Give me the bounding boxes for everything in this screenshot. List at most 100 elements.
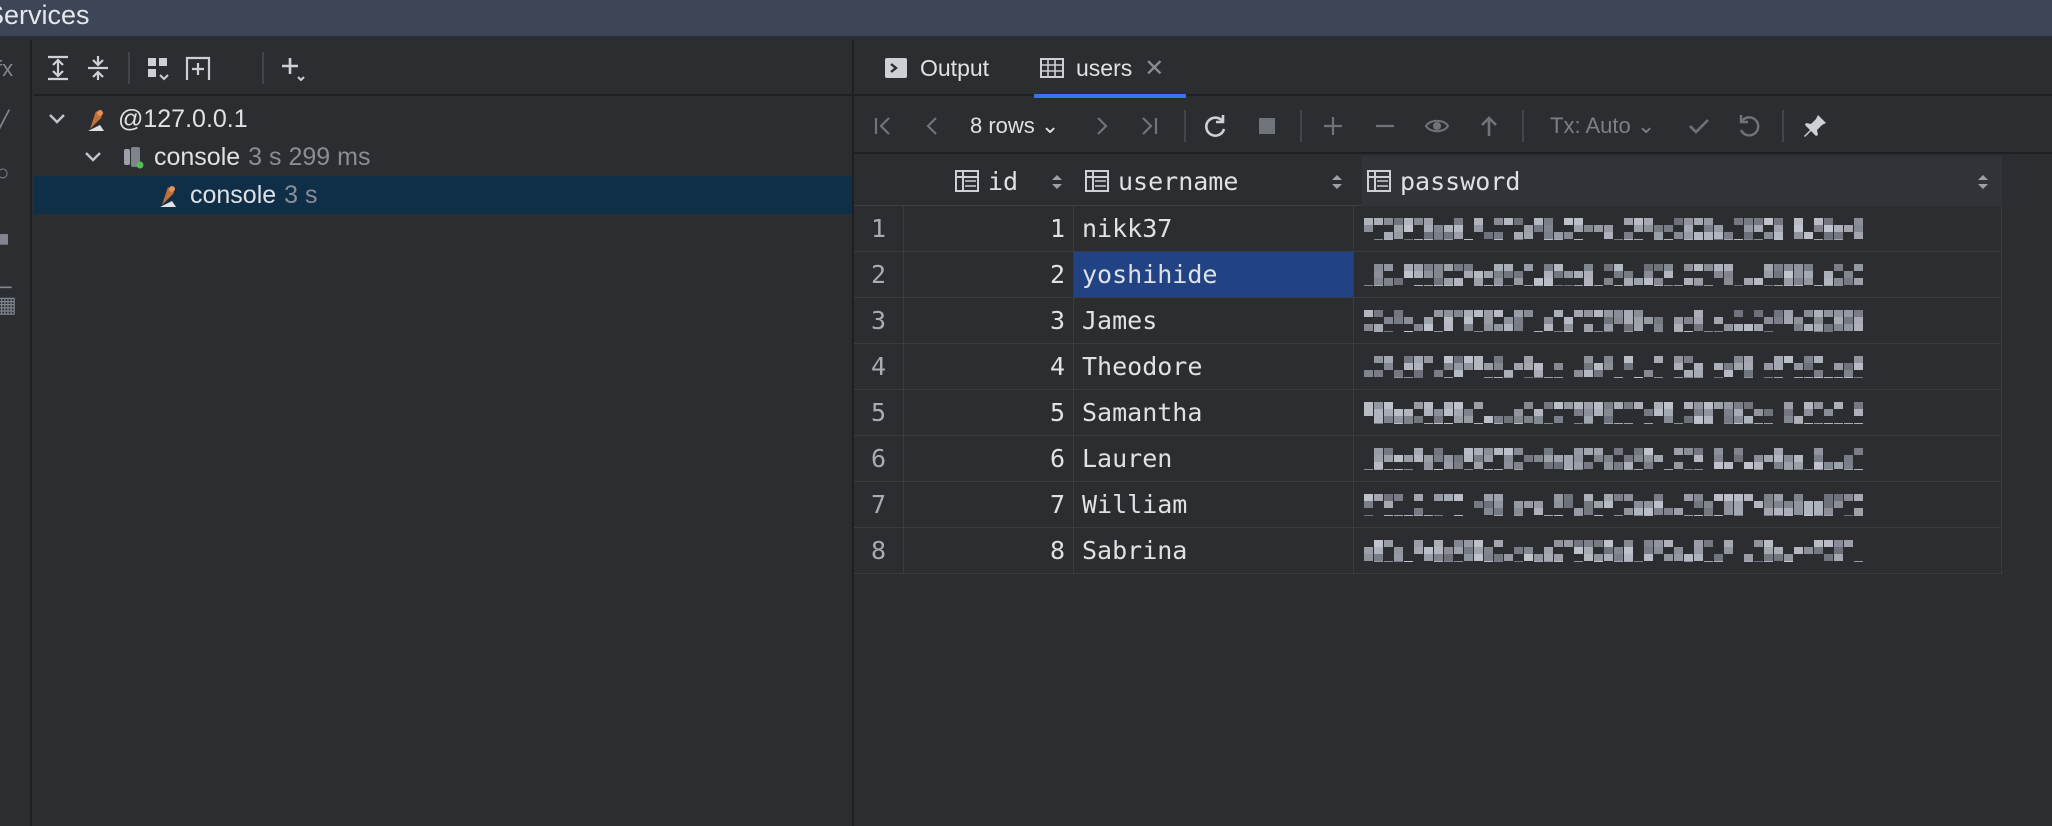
redacted-password-pixels [1364, 401, 1863, 424]
first-page-icon[interactable] [868, 111, 898, 141]
delete-row-icon[interactable] [1370, 111, 1400, 141]
table-row[interactable]: 1 1 nikk37 [854, 206, 2002, 252]
row-number[interactable]: 5 [854, 390, 904, 435]
edit-icon[interactable]: ╱ [0, 112, 18, 134]
table-row[interactable]: 3 3 James [854, 298, 2002, 344]
row-number[interactable]: 7 [854, 482, 904, 527]
cell-username[interactable]: James [1074, 298, 1354, 343]
row-number[interactable]: 6 [854, 436, 904, 481]
table-row[interactable]: 8 8 Sabrina [854, 528, 2002, 574]
rollback-icon[interactable] [1734, 111, 1764, 141]
table-icon [1040, 58, 1064, 78]
close-icon[interactable]: ✕ [1144, 54, 1164, 83]
sort-icon[interactable] [1976, 172, 1990, 192]
row-number[interactable]: 8 [854, 528, 904, 573]
table-row[interactable]: 5 5 Samantha [854, 390, 2002, 436]
cell-username[interactable]: nikk37 [1074, 206, 1354, 251]
cell-password[interactable] [1354, 298, 2002, 343]
add-row-icon[interactable] [1318, 111, 1348, 141]
cell-username[interactable]: William [1074, 482, 1354, 527]
column-header-password[interactable]: password [1362, 156, 2002, 206]
view-record-icon[interactable] [1422, 111, 1452, 141]
tree-node-console[interactable]: console 3 s [34, 176, 852, 214]
redacted-password-pixels [1364, 447, 1863, 470]
collapse-all-icon[interactable] [80, 50, 116, 86]
refresh-icon[interactable]: ○ [0, 162, 18, 184]
table-row[interactable]: 6 6 Lauren [854, 436, 2002, 482]
chevron-down-icon[interactable] [82, 146, 104, 168]
console-session-icon [124, 147, 144, 169]
cell-username[interactable]: Sabrina [1074, 528, 1354, 573]
cell-id[interactable]: 3 [904, 298, 1074, 343]
last-page-icon[interactable] [1134, 111, 1164, 141]
cell-id[interactable]: 4 [904, 344, 1074, 389]
tab-users[interactable]: users ✕ [1034, 40, 1187, 98]
cell-id[interactable]: 6 [904, 436, 1074, 481]
cell-password[interactable] [1354, 482, 2002, 527]
pin-icon[interactable] [1800, 111, 1830, 141]
table-row[interactable]: 4 4 Theodore [854, 344, 2002, 390]
rows-count-label: 8 rows [970, 113, 1035, 138]
toolbar-separator [1300, 110, 1302, 142]
cell-username[interactable]: Samantha [1074, 390, 1354, 435]
expand-all-icon[interactable] [40, 50, 76, 86]
tree-node-label: @127.0.0.1 [118, 104, 248, 134]
tx-icon[interactable]: fx [0, 58, 18, 80]
column-title: username [1118, 166, 1239, 196]
title-bar: Services [0, 0, 2052, 38]
cell-username[interactable]: yoshihide [1074, 252, 1354, 297]
row-number[interactable]: 4 [854, 344, 904, 389]
redacted-password-pixels [1364, 309, 1863, 332]
services-tree-pane: @127.0.0.1 console 3 s 299 ms console 3 s [34, 40, 852, 826]
cell-password[interactable] [1354, 528, 2002, 573]
submit-icon[interactable] [1474, 111, 1504, 141]
new-service-icon[interactable] [180, 50, 216, 86]
cell-username[interactable]: Theodore [1074, 344, 1354, 389]
tree-node-connection[interactable]: @127.0.0.1 [34, 100, 852, 138]
redacted-password-pixels [1364, 217, 1863, 240]
layout-icon[interactable]: ▦ [0, 294, 18, 316]
cell-id[interactable]: 2 [904, 252, 1074, 297]
cell-password[interactable] [1354, 436, 2002, 481]
row-number[interactable]: 1 [854, 206, 904, 251]
session-duration: 3 s 299 ms [248, 143, 371, 171]
rows-count-selector[interactable]: 8 rows ⌄ [970, 112, 1059, 140]
next-page-icon[interactable] [1086, 111, 1116, 141]
row-number[interactable]: 3 [854, 298, 904, 343]
sort-icon[interactable] [1050, 172, 1064, 192]
add-icon[interactable] [274, 50, 310, 86]
results-tab-bar: Output users ✕ [854, 40, 2052, 98]
cell-id[interactable]: 7 [904, 482, 1074, 527]
database-connection-icon [88, 110, 104, 131]
cell-id[interactable]: 1 [904, 206, 1074, 251]
cell-password[interactable] [1354, 344, 2002, 389]
tab-label: Output [920, 54, 990, 81]
transaction-mode-selector[interactable]: Tx: Auto ⌄ [1550, 112, 1655, 140]
tree-node-console-session[interactable]: console 3 s 299 ms [34, 138, 852, 176]
commit-icon[interactable] [1684, 111, 1714, 141]
cell-id[interactable]: 8 [904, 528, 1074, 573]
stop-icon[interactable] [1252, 111, 1282, 141]
table-row[interactable]: 2 2 yoshihide [854, 252, 2002, 298]
console-duration: 3 s [284, 181, 318, 209]
refresh-icon[interactable] [1200, 111, 1230, 141]
cell-password[interactable] [1354, 252, 2002, 297]
stop-icon[interactable]: ■ [0, 228, 18, 250]
tab-output[interactable]: Output [882, 40, 989, 96]
cell-username[interactable]: Lauren [1074, 436, 1354, 481]
column-icon [1085, 170, 1109, 192]
tree-node-label: console 3 s [190, 180, 318, 210]
cell-id[interactable]: 5 [904, 390, 1074, 435]
redacted-password-pixels [1364, 539, 1863, 562]
column-header-id[interactable]: id [954, 156, 1018, 206]
cell-password[interactable] [1354, 390, 2002, 435]
chevron-down-icon[interactable] [46, 108, 68, 130]
cell-password[interactable] [1354, 206, 2002, 251]
column-header-username[interactable]: username [1084, 156, 1238, 206]
previous-page-icon[interactable] [918, 111, 948, 141]
table-row[interactable]: 7 7 William [854, 482, 2002, 528]
row-number[interactable]: 2 [854, 252, 904, 297]
group-by-icon[interactable] [140, 50, 176, 86]
sort-icon[interactable] [1330, 172, 1344, 192]
toolbar-separator [1184, 110, 1186, 142]
